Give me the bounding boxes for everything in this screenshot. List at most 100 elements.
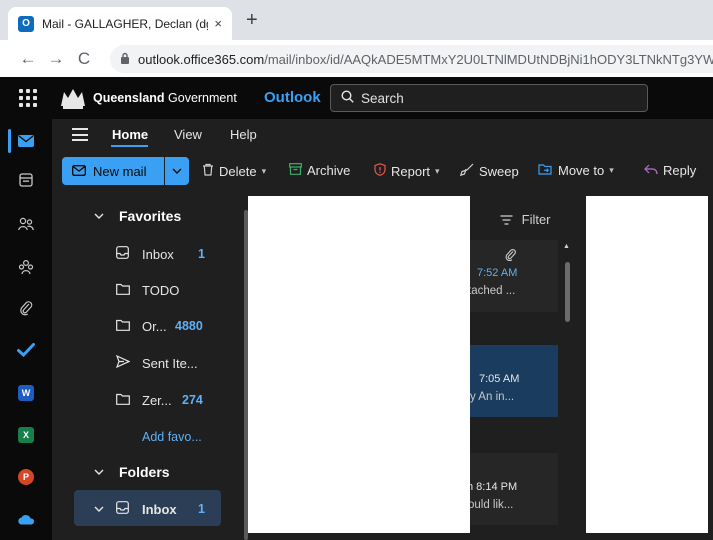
move-to-label: Move to bbox=[558, 163, 605, 178]
inbox-icon bbox=[116, 246, 129, 262]
folder-icon bbox=[116, 393, 130, 408]
report-button[interactable]: Report ▾ bbox=[374, 163, 440, 179]
unread-count: 274 bbox=[182, 393, 203, 407]
tab-help[interactable]: Help bbox=[230, 127, 257, 142]
chevron-down-icon[interactable] bbox=[94, 504, 104, 515]
onedrive-app-icon[interactable] bbox=[0, 501, 52, 537]
unread-count: 4880 bbox=[175, 319, 203, 333]
tab-home[interactable]: Home bbox=[112, 127, 148, 142]
mail-app-icon[interactable] bbox=[0, 123, 52, 159]
folder-label: Sent Ite... bbox=[142, 355, 198, 371]
chevron-down-icon bbox=[94, 467, 104, 478]
folder-inbox-favorite[interactable]: Inbox 1 bbox=[52, 238, 242, 270]
message-preview: ould lik... bbox=[468, 499, 514, 511]
favorites-heading: Favorites bbox=[119, 208, 182, 224]
folder-label: Or... bbox=[142, 318, 167, 334]
outlook-favicon-icon: O bbox=[18, 15, 34, 32]
people-app-icon[interactable] bbox=[0, 206, 52, 242]
folder-todo[interactable]: TODO bbox=[52, 274, 242, 306]
folder-label: Inbox bbox=[142, 501, 177, 517]
app-launcher-icon[interactable] bbox=[19, 89, 37, 107]
outlook-header: Queensland Government Outlook Search bbox=[0, 77, 713, 119]
folder-pane: Favorites Inbox 1 TODO Or... 4880 Sent I… bbox=[52, 193, 242, 540]
folder-inbox[interactable]: Inbox 1 bbox=[52, 493, 242, 525]
groups-app-icon[interactable] bbox=[0, 249, 52, 285]
folder-label: Zer... bbox=[142, 392, 172, 408]
tab-title: Mail - GALLAGHER, Declan (dgall bbox=[42, 16, 209, 31]
search-icon bbox=[341, 90, 354, 106]
new-mail-button[interactable]: New mail bbox=[62, 157, 164, 185]
filter-icon bbox=[500, 213, 513, 228]
search-placeholder: Search bbox=[361, 90, 404, 106]
excel-app-icon[interactable]: X bbox=[0, 417, 52, 453]
message-preview: y An in... bbox=[470, 391, 515, 403]
scroll-up-arrow-icon[interactable]: ▲ bbox=[563, 243, 570, 250]
message-time: 7:05 AM bbox=[479, 373, 520, 385]
new-tab-button[interactable]: + bbox=[246, 9, 258, 32]
filter-button[interactable]: Filter bbox=[500, 212, 551, 228]
new-mail-dropdown-chevron-icon[interactable] bbox=[165, 157, 189, 185]
sweep-button[interactable]: Sweep bbox=[459, 163, 519, 179]
unread-count: 1 bbox=[198, 502, 205, 516]
add-favorite-link[interactable]: Add favo... bbox=[52, 421, 242, 453]
report-label: Report bbox=[391, 163, 431, 179]
lock-icon bbox=[120, 52, 130, 67]
tab-view[interactable]: View bbox=[174, 127, 202, 142]
redacted-region bbox=[248, 196, 470, 533]
add-favorite-label: Add favo... bbox=[142, 430, 202, 444]
browser-tab[interactable]: O Mail - GALLAGHER, Declan (dgall × bbox=[8, 7, 232, 40]
search-input[interactable]: Search bbox=[330, 84, 648, 112]
message-list-scrollbar-thumb[interactable] bbox=[565, 262, 570, 322]
chevron-down-icon: ▾ bbox=[435, 165, 440, 176]
folder-icon bbox=[116, 319, 130, 334]
url-path: /mail/inbox/id/AAQkADE5MTMxY2U0LTNlMDUtN… bbox=[264, 51, 713, 67]
folder-sent-items[interactable]: Sent Ite... bbox=[52, 347, 242, 379]
todo-app-icon[interactable] bbox=[0, 332, 52, 368]
send-icon bbox=[115, 354, 131, 371]
message-preview: tached ... bbox=[468, 285, 516, 297]
reply-label: Reply bbox=[663, 163, 697, 178]
active-tab-indicator bbox=[111, 145, 148, 147]
reply-button[interactable]: Reply bbox=[644, 163, 696, 178]
chevron-down-icon bbox=[94, 211, 104, 222]
archive-button[interactable]: Archive bbox=[289, 163, 350, 178]
message-time: n 8:14 PM bbox=[467, 481, 518, 493]
organization-name: Queensland Government bbox=[93, 91, 237, 105]
app-name[interactable]: Outlook bbox=[264, 89, 321, 106]
folder-zer[interactable]: Zer... 274 bbox=[52, 384, 242, 416]
url-host: outlook.office365.com bbox=[138, 51, 265, 67]
folder-or[interactable]: Or... 4880 bbox=[52, 310, 242, 342]
ribbon-toolbar: New mail Delete ▾ Archive Report ▾ Sweep… bbox=[52, 151, 713, 193]
word-app-icon[interactable]: W bbox=[0, 375, 52, 411]
folders-heading: Folders bbox=[119, 464, 170, 480]
shield-icon bbox=[374, 163, 386, 179]
ribbon-tabs: Home View Help bbox=[52, 119, 713, 151]
folder-icon bbox=[116, 283, 130, 298]
archive-icon bbox=[289, 163, 302, 178]
folders-section[interactable]: Folders bbox=[52, 456, 242, 488]
browser-tabstrip: O Mail - GALLAGHER, Declan (dgall × + bbox=[0, 0, 713, 40]
paperclip-icon bbox=[505, 248, 516, 266]
favorites-section[interactable]: Favorites bbox=[52, 200, 242, 232]
chevron-down-icon: ▾ bbox=[609, 165, 614, 175]
sweep-label: Sweep bbox=[479, 163, 519, 179]
address-bar[interactable]: outlook.office365.com /mail/inbox/id/AAQ… bbox=[110, 45, 713, 73]
chevron-down-icon: ▾ bbox=[261, 165, 267, 176]
filter-label: Filter bbox=[521, 212, 551, 227]
reply-arrow-icon bbox=[644, 163, 658, 178]
reload-icon[interactable]: C bbox=[70, 49, 98, 69]
delete-label: Delete bbox=[219, 163, 257, 179]
tab-close-icon[interactable]: × bbox=[214, 16, 222, 31]
envelope-icon bbox=[72, 164, 86, 179]
powerpoint-app-icon[interactable]: P bbox=[0, 459, 52, 495]
hamburger-menu-icon[interactable] bbox=[72, 128, 88, 141]
move-to-button[interactable]: Move to ▾ bbox=[538, 163, 614, 178]
redacted-region bbox=[586, 196, 708, 533]
delete-button[interactable]: Delete ▾ bbox=[202, 163, 266, 179]
inbox-icon bbox=[116, 501, 129, 517]
unread-count: 1 bbox=[198, 247, 205, 261]
back-arrow-icon[interactable]: ← bbox=[14, 49, 42, 69]
attachment-app-icon[interactable] bbox=[0, 290, 52, 326]
calendar-app-icon[interactable] bbox=[0, 162, 52, 198]
forward-arrow-icon[interactable]: → bbox=[42, 49, 70, 69]
